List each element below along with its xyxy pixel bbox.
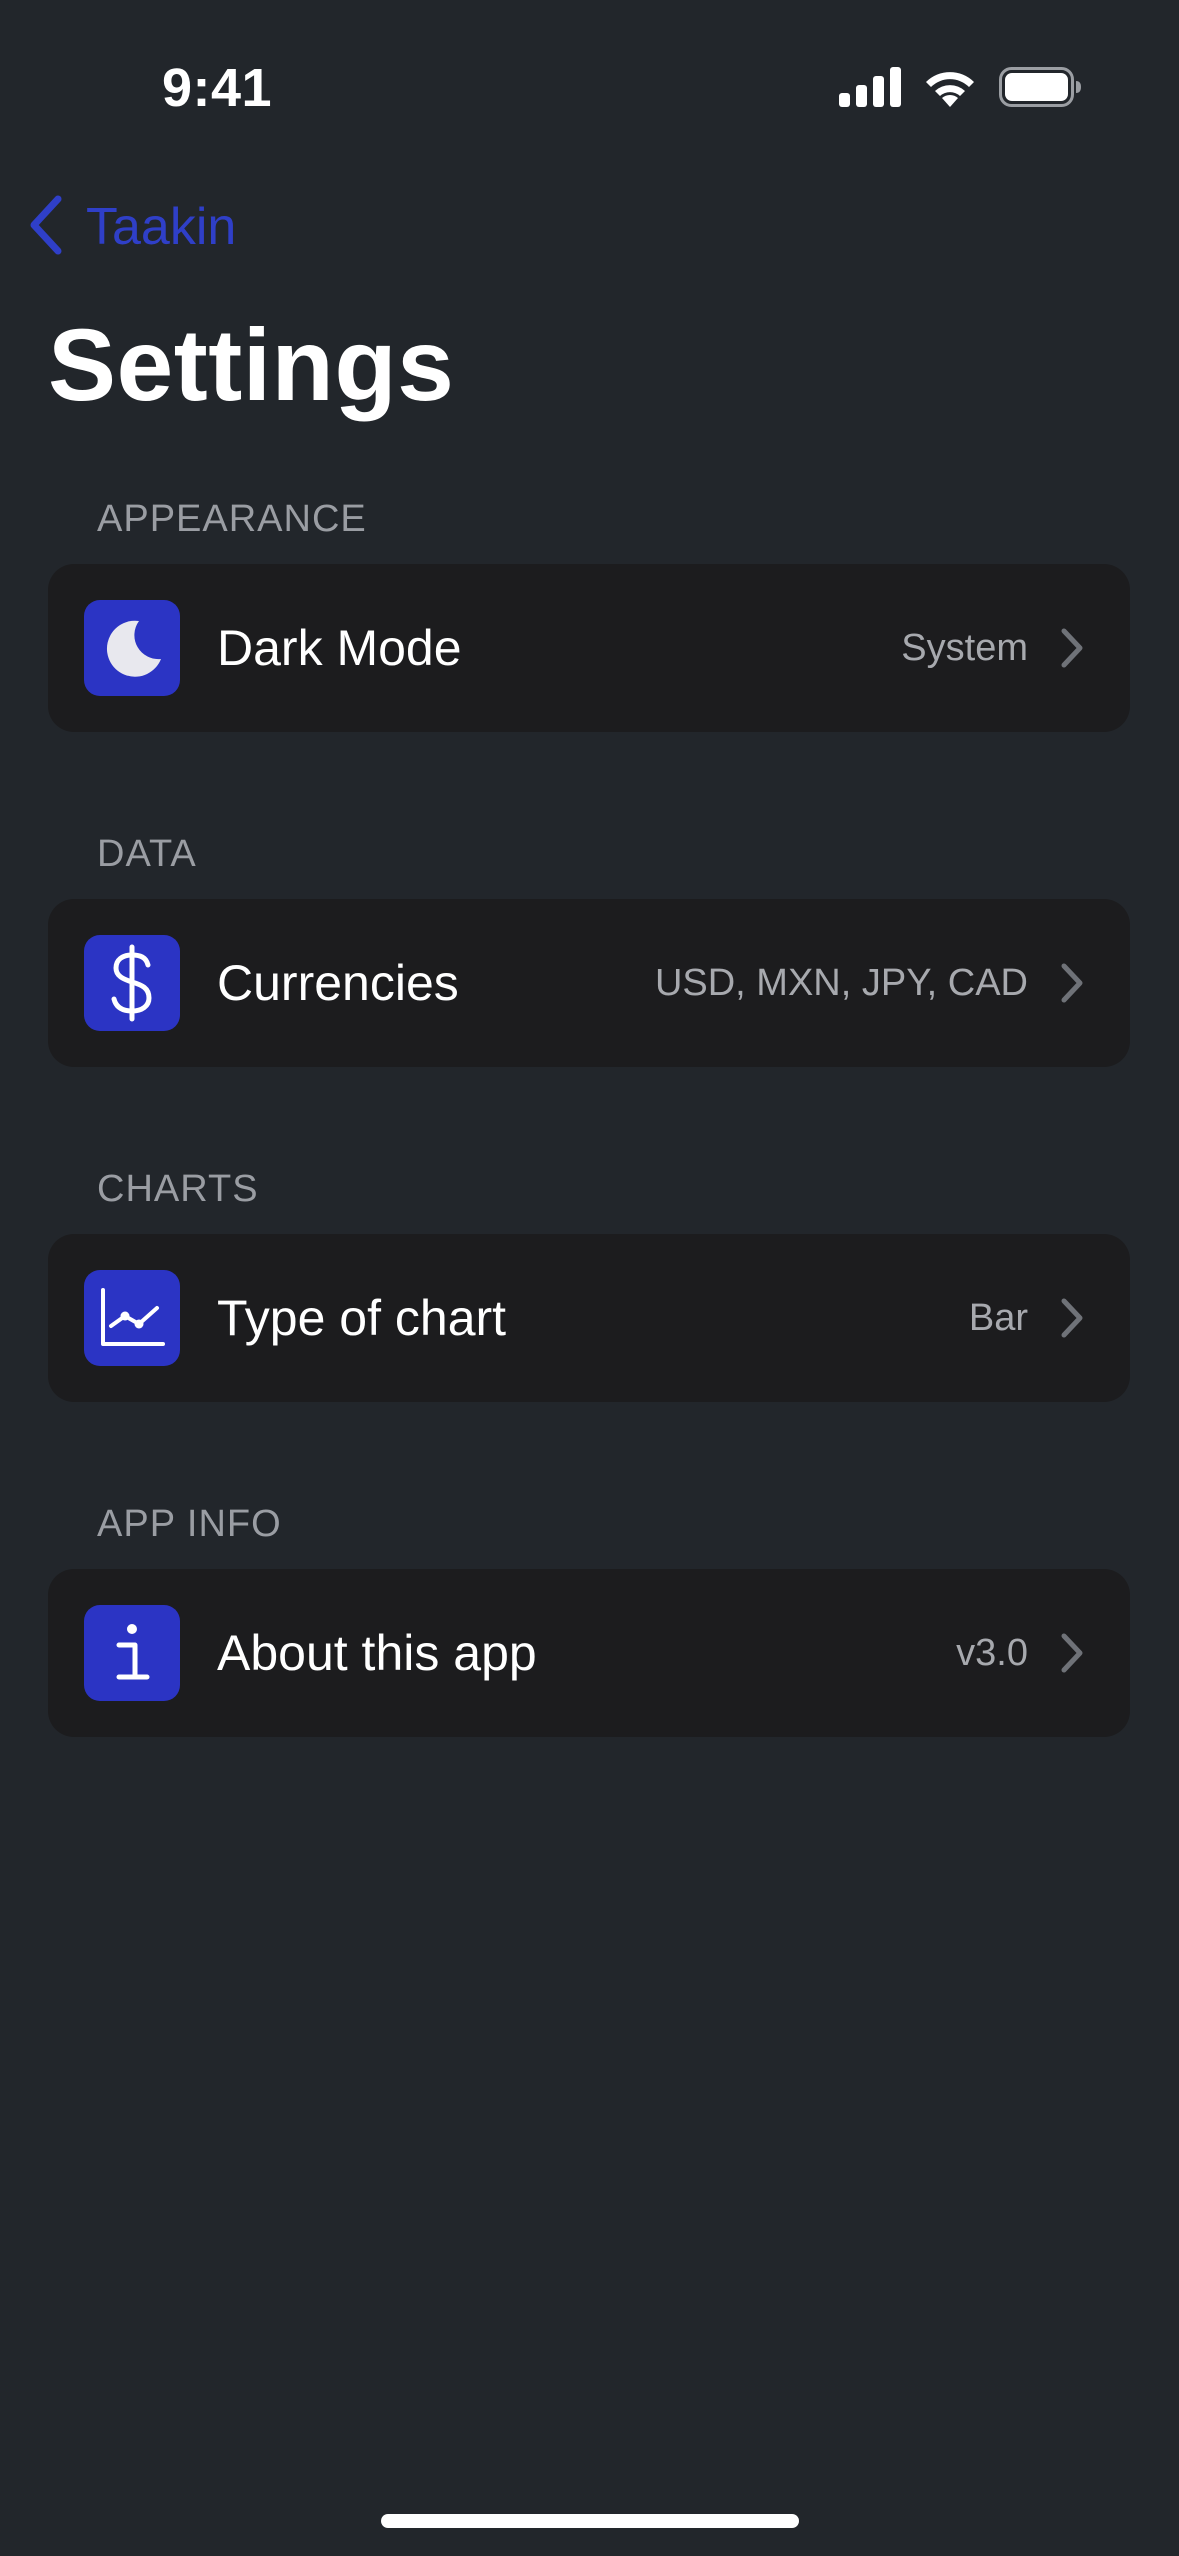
moon-icon	[84, 600, 180, 696]
section-header-app-info: APP INFO	[97, 1503, 282, 1545]
currencies-row[interactable]: Currencies USD, MXN, JPY, CAD	[48, 899, 1130, 1067]
back-button[interactable]: Taakin	[26, 190, 236, 264]
back-label: Taakin	[86, 198, 237, 256]
chart-type-value: Bar	[968, 1297, 1028, 1339]
info-icon	[84, 1605, 180, 1701]
chart-type-label: Type of chart	[217, 1290, 507, 1346]
status-icons	[839, 66, 1081, 108]
wifi-icon	[923, 67, 977, 107]
about-row[interactable]: About this app v3.0	[48, 1569, 1130, 1737]
chevron-right-icon	[1061, 1298, 1083, 1338]
currencies-label: Currencies	[217, 955, 459, 1011]
about-value: v3.0	[956, 1632, 1028, 1674]
dark-mode-value: System	[901, 627, 1028, 669]
page-title: Settings	[48, 308, 455, 422]
about-label: About this app	[217, 1625, 537, 1681]
section-header-data: DATA	[97, 833, 197, 875]
dark-mode-row[interactable]: Dark Mode System	[48, 564, 1130, 732]
currencies-value: USD, MXN, JPY, CAD	[654, 962, 1028, 1004]
status-time: 9:41	[162, 58, 273, 118]
cellular-signal-icon	[839, 67, 901, 107]
home-indicator[interactable]	[381, 2514, 799, 2528]
dollar-icon	[84, 935, 180, 1031]
chevron-left-icon	[26, 195, 64, 260]
line-chart-icon	[84, 1270, 180, 1366]
chart-type-row[interactable]: Type of chart Bar	[48, 1234, 1130, 1402]
section-header-appearance: APPEARANCE	[97, 498, 367, 540]
battery-icon	[999, 67, 1081, 107]
dark-mode-label: Dark Mode	[217, 620, 462, 676]
chevron-right-icon	[1061, 628, 1083, 668]
chevron-right-icon	[1061, 963, 1083, 1003]
chevron-right-icon	[1061, 1633, 1083, 1673]
status-bar: 9:41	[0, 0, 1179, 150]
section-header-charts: CHARTS	[97, 1168, 259, 1210]
